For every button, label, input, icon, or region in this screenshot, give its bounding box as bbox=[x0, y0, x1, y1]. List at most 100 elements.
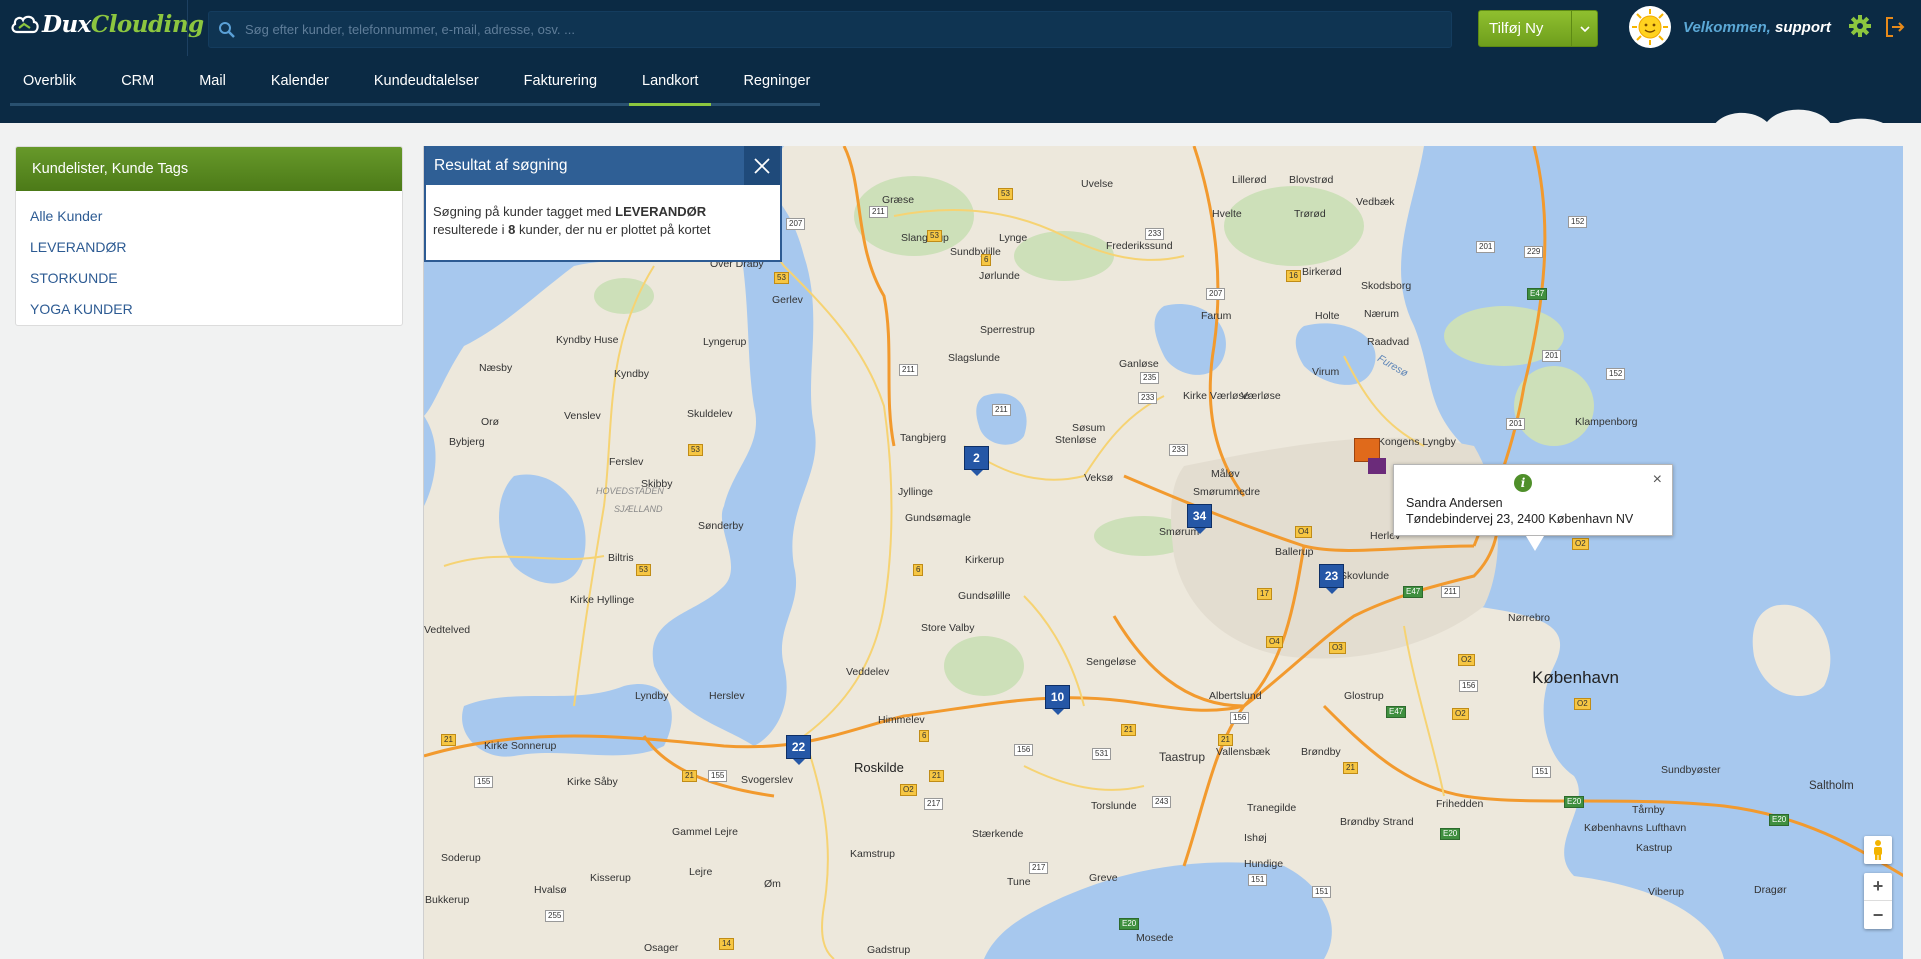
tab-regninger[interactable]: Regninger bbox=[730, 56, 823, 106]
place-label: Klampenborg bbox=[1575, 416, 1638, 428]
tab-list: Overblik CRM Mail Kalender Kundeudtalels… bbox=[10, 56, 842, 106]
marker-label: 23 bbox=[1319, 564, 1344, 588]
place-label: Smørumnedre bbox=[1193, 486, 1261, 498]
road-shield: E20 bbox=[1564, 796, 1585, 808]
road-shield: 17 bbox=[1257, 588, 1272, 600]
search-bar[interactable] bbox=[208, 11, 1452, 48]
road-shield: 207 bbox=[786, 218, 806, 230]
road-shield: O3 bbox=[1329, 642, 1346, 654]
search-icon bbox=[209, 12, 245, 48]
road-shield: O2 bbox=[1572, 538, 1589, 550]
road-shield: O4 bbox=[1266, 636, 1283, 648]
place-label: Lejre bbox=[689, 866, 713, 878]
map-marker[interactable]: 22 bbox=[786, 735, 811, 765]
logo[interactable]: DuxClouding bbox=[10, 8, 204, 40]
tab-kalender[interactable]: Kalender bbox=[258, 56, 342, 106]
road-shield: E20 bbox=[1769, 814, 1790, 826]
road-shield: 233 bbox=[1145, 228, 1165, 240]
road-shield: 53 bbox=[636, 564, 651, 576]
road-shield: 152 bbox=[1568, 216, 1588, 228]
search-result-panel: Resultat af søgning Søgning på kunder ta… bbox=[424, 146, 782, 262]
search-input[interactable] bbox=[245, 13, 1451, 46]
place-label: Hvalsø bbox=[534, 884, 567, 896]
zoom-out-button[interactable]: − bbox=[1864, 901, 1892, 929]
place-label: Tranegilde bbox=[1247, 802, 1297, 814]
road-shield: 21 bbox=[1343, 762, 1358, 774]
road-shield: 201 bbox=[1506, 418, 1526, 430]
tab-overblik[interactable]: Overblik bbox=[10, 56, 89, 106]
list-item-leverandor[interactable]: LEVERANDØR bbox=[16, 231, 402, 262]
place-label: Ishøj bbox=[1244, 832, 1267, 844]
username[interactable]: support bbox=[1775, 19, 1831, 36]
place-label: Herslev bbox=[709, 690, 745, 702]
tab-kundeudtalelser[interactable]: Kundeudtalelser bbox=[361, 56, 492, 106]
place-label: Store Valby bbox=[921, 622, 975, 634]
road-shield: E47 bbox=[1403, 586, 1424, 598]
road-shield: 53 bbox=[998, 188, 1013, 200]
road-shield: 151 bbox=[1532, 766, 1552, 778]
place-label: Lyndby bbox=[635, 690, 669, 702]
place-label: Jørlunde bbox=[979, 270, 1020, 282]
customer-address: Tøndebindervej 23, 2400 København NV bbox=[1406, 512, 1634, 526]
place-label: Kirkerup bbox=[965, 554, 1005, 566]
add-new-label: Tilføj Ny bbox=[1489, 20, 1544, 37]
customer-name: Sandra Andersen bbox=[1406, 496, 1503, 510]
panel-title: Kundelister, Kunde Tags bbox=[16, 147, 402, 191]
place-label: Dragør bbox=[1754, 884, 1787, 896]
tab-fakturering[interactable]: Fakturering bbox=[511, 56, 610, 106]
list-item-yoga-kunder[interactable]: YOGA KUNDER bbox=[16, 293, 402, 324]
place-label: Værløse bbox=[1241, 390, 1281, 402]
place-label: Biltris bbox=[608, 552, 634, 564]
place-label: Veksø bbox=[1084, 472, 1114, 484]
map-marker[interactable]: 2 bbox=[964, 446, 989, 476]
place-label: Blovstrød bbox=[1289, 174, 1334, 186]
logout-icon[interactable] bbox=[1884, 16, 1906, 43]
road-shield: 155 bbox=[708, 770, 728, 782]
place-label: Københavns Lufthavn bbox=[1584, 822, 1687, 834]
region-label: HOVEDSTADEN bbox=[596, 486, 664, 496]
result-text: Søgning på kunder tagget med LEVERANDØR … bbox=[433, 204, 711, 237]
close-icon[interactable] bbox=[744, 146, 780, 185]
road-shield: O2 bbox=[900, 784, 917, 796]
nav-bar: Overblik CRM Mail Kalender Kundeudtalels… bbox=[0, 56, 1921, 180]
place-label: Kyndby Huse bbox=[556, 334, 619, 346]
map-infowindow: i × Sandra Andersen Tøndebindervej 23, 2… bbox=[1393, 464, 1673, 551]
place-label: Tårnby bbox=[1632, 804, 1665, 816]
road-shield: O4 bbox=[1295, 526, 1312, 538]
road-shield: 243 bbox=[1152, 796, 1172, 808]
road-shield: E47 bbox=[1386, 706, 1407, 718]
place-label: Gundsølille bbox=[958, 590, 1011, 602]
place-label: Virum bbox=[1312, 366, 1340, 378]
tab-landkort[interactable]: Landkort bbox=[629, 56, 712, 106]
tab-crm[interactable]: CRM bbox=[108, 56, 167, 106]
marker-label: 34 bbox=[1187, 504, 1212, 528]
place-label: Kirke Sonnerup bbox=[484, 740, 557, 752]
road-shield: 211 bbox=[899, 364, 918, 376]
place-label: Nørrebro bbox=[1508, 612, 1551, 624]
avatar[interactable] bbox=[1629, 6, 1671, 48]
sun-avatar-icon bbox=[1630, 7, 1670, 47]
list-item-alle-kunder[interactable]: Alle Kunder bbox=[16, 200, 402, 231]
tab-mail[interactable]: Mail bbox=[186, 56, 239, 106]
place-label: Stenløse bbox=[1055, 434, 1097, 446]
street-view-icon[interactable] bbox=[1864, 836, 1892, 864]
close-icon[interactable]: × bbox=[1653, 471, 1662, 489]
map-marker[interactable]: 34 bbox=[1187, 504, 1212, 534]
place-label: Frederikssund bbox=[1106, 240, 1173, 252]
place-label: Uvelse bbox=[1081, 178, 1114, 190]
gear-icon[interactable] bbox=[1848, 14, 1872, 43]
place-label: Roskilde bbox=[854, 760, 904, 775]
zoom-in-button[interactable]: + bbox=[1864, 873, 1892, 901]
map-marker[interactable]: 10 bbox=[1045, 685, 1070, 715]
place-label: Venslev bbox=[564, 410, 601, 422]
list-item-storkunde[interactable]: STORKUNDE bbox=[16, 262, 402, 293]
road-shield: 233 bbox=[1138, 392, 1158, 404]
map-marker-purple[interactable] bbox=[1368, 458, 1386, 474]
road-shield: 156 bbox=[1459, 680, 1479, 692]
map[interactable]: Græse Uvelse Lillerød Blovstrød Hvelte T… bbox=[423, 146, 1903, 959]
place-label: Taastrup bbox=[1159, 750, 1206, 764]
road-shield: 53 bbox=[774, 272, 789, 284]
road-shield: O2 bbox=[1452, 708, 1469, 720]
map-marker[interactable]: 23 bbox=[1319, 564, 1344, 594]
add-new-button[interactable]: Tilføj Ny bbox=[1478, 10, 1598, 47]
